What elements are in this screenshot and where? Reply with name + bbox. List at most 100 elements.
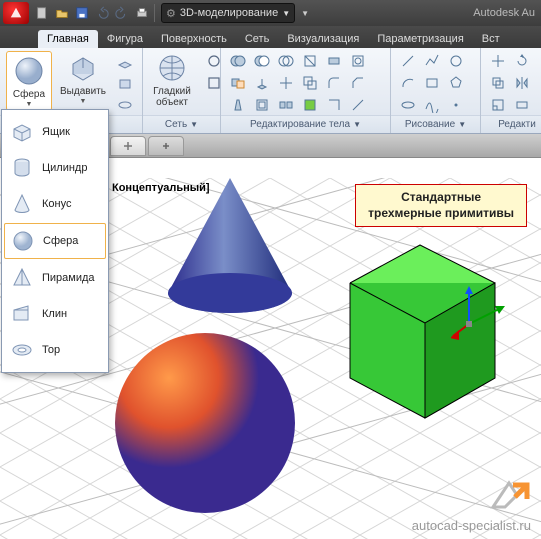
chevron-down-icon: ▼: [80, 98, 87, 105]
fillet-edge-icon[interactable]: [323, 73, 345, 93]
watermark-logo-icon: [487, 477, 531, 513]
polyline-icon[interactable]: [421, 51, 443, 71]
polygon-icon[interactable]: [445, 73, 467, 93]
rectangle-icon[interactable]: [421, 73, 443, 93]
tab-parametric[interactable]: Параметризация: [368, 30, 472, 48]
annotation-callout: Стандартные трехмерные примитивы: [355, 184, 527, 227]
separate-icon[interactable]: [275, 95, 297, 115]
qat-save-icon[interactable]: [72, 3, 92, 23]
qat-new-icon[interactable]: [32, 3, 52, 23]
tab-insert[interactable]: Вст: [473, 30, 509, 48]
dropdown-item-label: Конус: [42, 198, 71, 210]
viewport-visualstyle-label[interactable]: Концептуальный]: [112, 182, 210, 194]
spline-icon[interactable]: [421, 95, 443, 115]
subtract-icon[interactable]: [251, 51, 273, 71]
callout-line1: Стандартные: [368, 190, 514, 206]
mesh-sphere-icon: [155, 51, 189, 85]
qat-more-icon[interactable]: ▼: [295, 3, 315, 23]
dropdown-item-cylinder[interactable]: Цилиндр: [2, 150, 108, 186]
panel-mesh-title[interactable]: Сеть▼: [143, 115, 220, 133]
point-icon[interactable]: [445, 95, 467, 115]
qat-undo-icon[interactable]: [92, 3, 112, 23]
smooth-label: Гладкий объект: [153, 86, 191, 108]
dropdown-item-label: Пирамида: [42, 272, 95, 284]
ribbon-tabstrip: Главная Фигура Поверхность Сеть Визуализ…: [0, 26, 541, 48]
extrude-face-icon[interactable]: [251, 73, 273, 93]
imprint-icon[interactable]: [347, 51, 369, 71]
tab-render[interactable]: Визуализация: [278, 30, 368, 48]
workspace-label: 3D-моделирование: [180, 7, 278, 19]
sphere-split-button[interactable]: Сфера ▼: [6, 51, 52, 111]
dropdown-item-torus[interactable]: Тор: [2, 332, 108, 368]
thicken-icon[interactable]: [323, 51, 345, 71]
copy-icon[interactable]: [487, 73, 509, 93]
tab-mesh[interactable]: Сеть: [236, 30, 278, 48]
dropdown-item-wedge[interactable]: Клин: [2, 296, 108, 332]
color-face-icon[interactable]: [299, 95, 321, 115]
tab-solid[interactable]: Фигура: [98, 30, 152, 48]
tab-home[interactable]: Главная: [38, 30, 98, 48]
new-document-tab[interactable]: [148, 136, 184, 156]
panel-solid-editing: Редактирование тела▼: [221, 48, 391, 133]
move-icon[interactable]: [487, 51, 509, 71]
slice-icon[interactable]: [299, 51, 321, 71]
qat-open-icon[interactable]: [52, 3, 72, 23]
extrude-button[interactable]: Выдавить ▼: [60, 51, 106, 105]
qat-redo-icon[interactable]: [112, 3, 132, 23]
panel-draw-title[interactable]: Рисование▼: [391, 115, 480, 133]
dropdown-item-box[interactable]: Ящик: [2, 114, 108, 150]
dropdown-item-label: Клин: [42, 308, 67, 320]
dropdown-item-label: Сфера: [43, 235, 78, 247]
arc-icon[interactable]: [397, 73, 419, 93]
rotate-icon[interactable]: [511, 51, 533, 71]
dropdown-item-label: Цилиндр: [42, 162, 87, 174]
intersect-icon[interactable]: [275, 51, 297, 71]
torus-icon: [10, 338, 34, 362]
line-icon[interactable]: [397, 51, 419, 71]
sphere-primitive: [115, 333, 295, 513]
chamfer-edge-icon[interactable]: [347, 73, 369, 93]
ucs-gizmo[interactable]: [451, 284, 507, 340]
offset-face-icon[interactable]: [299, 73, 321, 93]
scale-icon[interactable]: [487, 95, 509, 115]
qat-print-icon[interactable]: [132, 3, 152, 23]
presspull-icon[interactable]: [114, 73, 136, 93]
move-face-icon[interactable]: [275, 73, 297, 93]
edit-edge-icon[interactable]: [347, 95, 369, 115]
stretch-icon[interactable]: [511, 95, 533, 115]
revolve-icon[interactable]: [114, 95, 136, 115]
taper-face-icon[interactable]: [227, 95, 249, 115]
extrude-icon: [66, 51, 100, 85]
copy-edge-icon[interactable]: [323, 95, 345, 115]
mirror-icon[interactable]: [511, 73, 533, 93]
tab-surface[interactable]: Поверхность: [152, 30, 236, 48]
interfere-icon[interactable]: [227, 73, 249, 93]
panel-modify-title[interactable]: Редакти: [481, 115, 541, 133]
watermark-text: autocad-specialist.ru: [412, 518, 531, 533]
dropdown-item-cone[interactable]: Конус: [2, 186, 108, 222]
document-tab[interactable]: [110, 136, 146, 156]
sphere-icon: [11, 229, 35, 253]
panel-solidedit-title[interactable]: Редактирование тела▼: [221, 115, 390, 133]
dropdown-item-label: Тор: [42, 344, 60, 356]
shell-icon[interactable]: [251, 95, 273, 115]
union-icon[interactable]: [227, 51, 249, 71]
workspace-combo[interactable]: ⚙ 3D-моделирование ▼: [161, 3, 295, 23]
dropdown-item-pyramid[interactable]: Пирамида: [2, 260, 108, 296]
primitive-dropdown: Ящик Цилиндр Конус Сфера Пирамида Клин Т…: [1, 109, 109, 373]
app-title: Autodesk Au: [473, 7, 535, 19]
dropdown-item-sphere[interactable]: Сфера: [4, 223, 106, 259]
wedge-icon: [10, 302, 34, 326]
app-menu-button[interactable]: [3, 2, 29, 24]
panel-draw: Рисование▼: [391, 48, 481, 133]
chevron-down-icon: ▼: [282, 9, 290, 18]
circle-icon[interactable]: [445, 51, 467, 71]
chevron-down-icon: ▼: [26, 101, 33, 108]
polysolid-icon[interactable]: [114, 51, 136, 71]
panel-mesh: Гладкий объект Сеть▼: [143, 48, 221, 133]
box-icon: [10, 120, 34, 144]
callout-line2: трехмерные примитивы: [368, 206, 514, 222]
smooth-object-button[interactable]: Гладкий объект: [149, 51, 195, 108]
ellipse-icon[interactable]: [397, 95, 419, 115]
dropdown-item-label: Ящик: [42, 126, 70, 138]
